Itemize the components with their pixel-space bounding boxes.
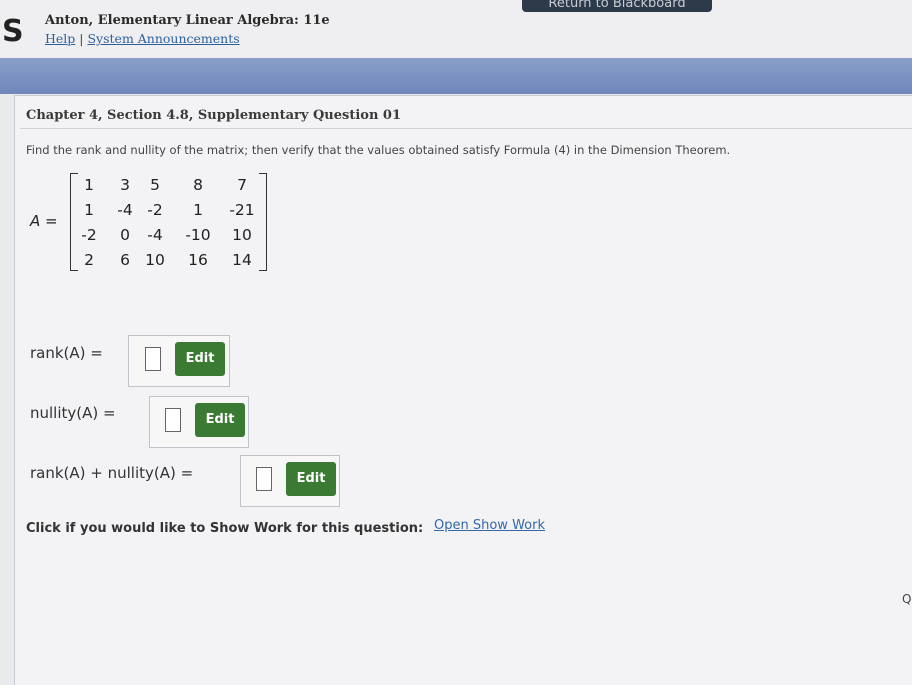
question-title: Chapter 4, Section 4.8, Supplementary Qu…: [26, 108, 402, 123]
matrix-cell: 14: [232, 251, 252, 269]
matrix-cell: 1: [84, 176, 94, 194]
matrix-cell: 16: [188, 251, 208, 269]
book-title: Anton, Elementary Linear Algebra: 11e: [45, 13, 330, 28]
matrix-right-bracket: [259, 173, 267, 271]
sum-label: rank(A) + nullity(A) =: [30, 464, 194, 482]
nullity-input[interactable]: [165, 408, 181, 432]
sum-edit-button[interactable]: Edit: [286, 462, 336, 496]
matrix-cell: -21: [229, 201, 255, 219]
edge-text: Q: [902, 592, 912, 606]
nullity-edit-button[interactable]: Edit: [195, 403, 245, 437]
matrix-cell: 8: [193, 176, 203, 194]
help-link[interactable]: Help: [45, 31, 75, 46]
matrix-cell: 10: [145, 251, 165, 269]
link-separator: |: [75, 31, 88, 46]
matrix-cell: 6: [120, 251, 130, 269]
question-prompt: Find the rank and nullity of the matrix;…: [26, 143, 731, 157]
sum-input[interactable]: [256, 467, 272, 491]
wileyplus-logo: S: [2, 14, 24, 49]
rank-input[interactable]: [145, 347, 161, 371]
matrix-label: A =: [30, 212, 58, 230]
matrix-cell: -2: [81, 226, 97, 244]
rank-edit-button[interactable]: Edit: [175, 342, 225, 376]
nullity-label: nullity(A) =: [30, 404, 116, 422]
system-announcements-link[interactable]: System Announcements: [87, 31, 239, 46]
matrix-cell: 1: [193, 201, 203, 219]
show-work-label: Click if you would like to Show Work for…: [26, 521, 424, 536]
matrix-cell: -4: [117, 201, 133, 219]
matrix-cell: 10: [232, 226, 252, 244]
matrix-cell: 7: [237, 176, 247, 194]
navigation-band: [0, 58, 912, 94]
open-show-work-link[interactable]: Open Show Work: [434, 518, 545, 533]
matrix-cell: -4: [147, 226, 163, 244]
matrix-cell: 0: [120, 226, 130, 244]
matrix-cell: -2: [147, 201, 163, 219]
matrix-equals: =: [40, 212, 58, 230]
matrix-cell: 1: [84, 201, 94, 219]
top-header: Return to Blackboard S Anton, Elementary…: [0, 0, 912, 58]
title-divider: [20, 128, 912, 129]
header-links: Help | System Announcements: [45, 31, 240, 46]
matrix-cell: 5: [150, 176, 160, 194]
rank-label: rank(A) =: [30, 344, 103, 362]
matrix-cell: 3: [120, 176, 130, 194]
matrix-cell: -10: [185, 226, 211, 244]
return-to-blackboard-button[interactable]: Return to Blackboard: [522, 0, 712, 12]
matrix-name: A: [30, 212, 41, 230]
matrix-cell: 2: [84, 251, 94, 269]
